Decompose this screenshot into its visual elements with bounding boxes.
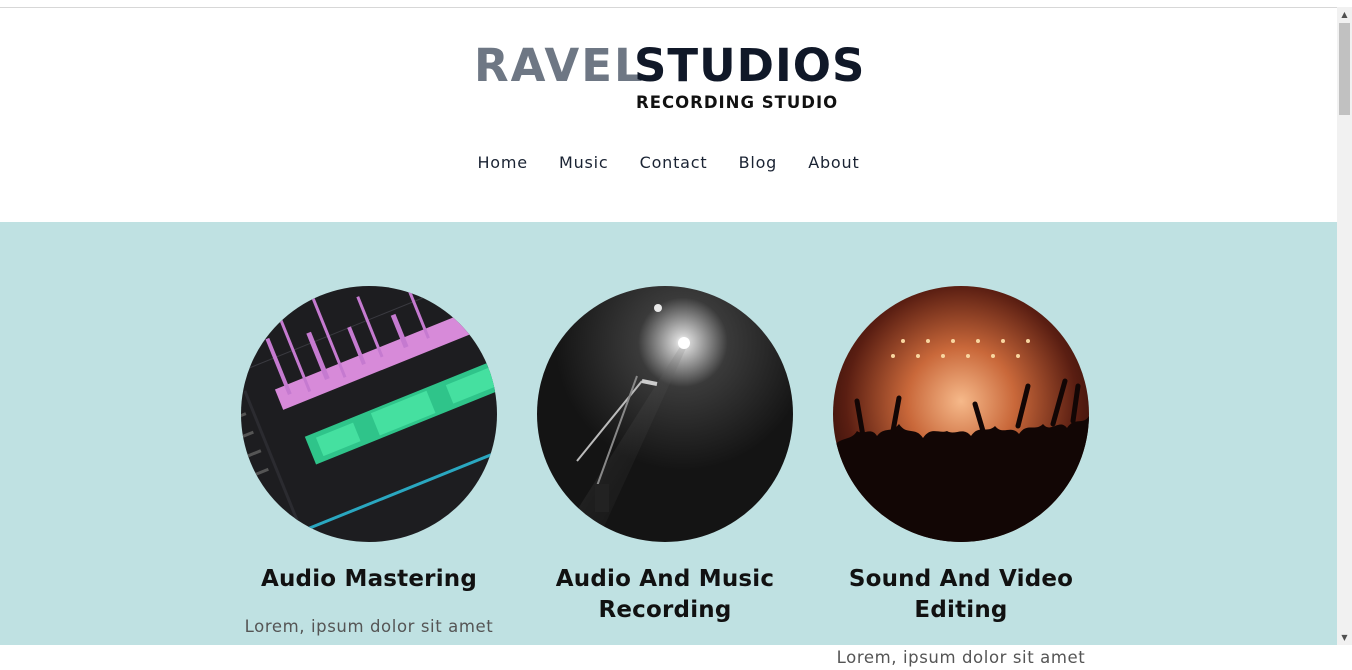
service-title: Audio Mastering bbox=[260, 566, 478, 592]
logo-studios-text: STUDIOS bbox=[634, 39, 866, 92]
nav-contact[interactable]: Contact bbox=[640, 151, 708, 175]
scroll-down-arrow-icon[interactable]: ▼ bbox=[1337, 630, 1352, 645]
nav-music[interactable]: Music bbox=[559, 151, 609, 175]
service-card-audio-mastering: Audio Mastering Lorem, ipsum dolor sit a… bbox=[219, 286, 519, 639]
stage-microphone-image bbox=[537, 286, 793, 542]
concert-crowd-image bbox=[833, 286, 1089, 542]
logo-ravel-text: RAVEL bbox=[474, 39, 645, 92]
service-card-audio-music-recording: Audio And Music Recording bbox=[515, 286, 815, 626]
scrollbar-thumb[interactable] bbox=[1339, 23, 1350, 115]
vertical-scrollbar[interactable]: ▲ ▼ bbox=[1337, 7, 1352, 645]
service-title: Audio And Music Recording bbox=[555, 566, 775, 623]
nav-blog[interactable]: Blog bbox=[739, 151, 778, 175]
nav-home[interactable]: Home bbox=[477, 151, 527, 175]
service-description: Lorem, ipsum dolor sit amet bbox=[836, 648, 1086, 667]
main-navigation: Home Music Contact Blog About bbox=[0, 151, 1337, 175]
service-card-sound-video-editing: Sound And Video Editing Lorem, ipsum dol… bbox=[811, 286, 1111, 670]
services-section: Audio Mastering Lorem, ipsum dolor sit a… bbox=[0, 222, 1337, 667]
logo-tagline: RECORDING STUDIO bbox=[636, 93, 839, 112]
scroll-up-arrow-icon[interactable]: ▲ bbox=[1337, 7, 1352, 22]
site-header: RAVEL STUDIOS RECORDING STUDIO Home Musi… bbox=[0, 8, 1337, 222]
daw-waveform-image bbox=[241, 286, 497, 542]
service-title: Sound And Video Editing bbox=[848, 566, 1074, 623]
service-description: Lorem, ipsum dolor sit amet bbox=[244, 617, 494, 636]
nav-about[interactable]: About bbox=[808, 151, 859, 175]
site-logo[interactable]: RAVEL STUDIOS RECORDING STUDIO bbox=[474, 38, 874, 128]
